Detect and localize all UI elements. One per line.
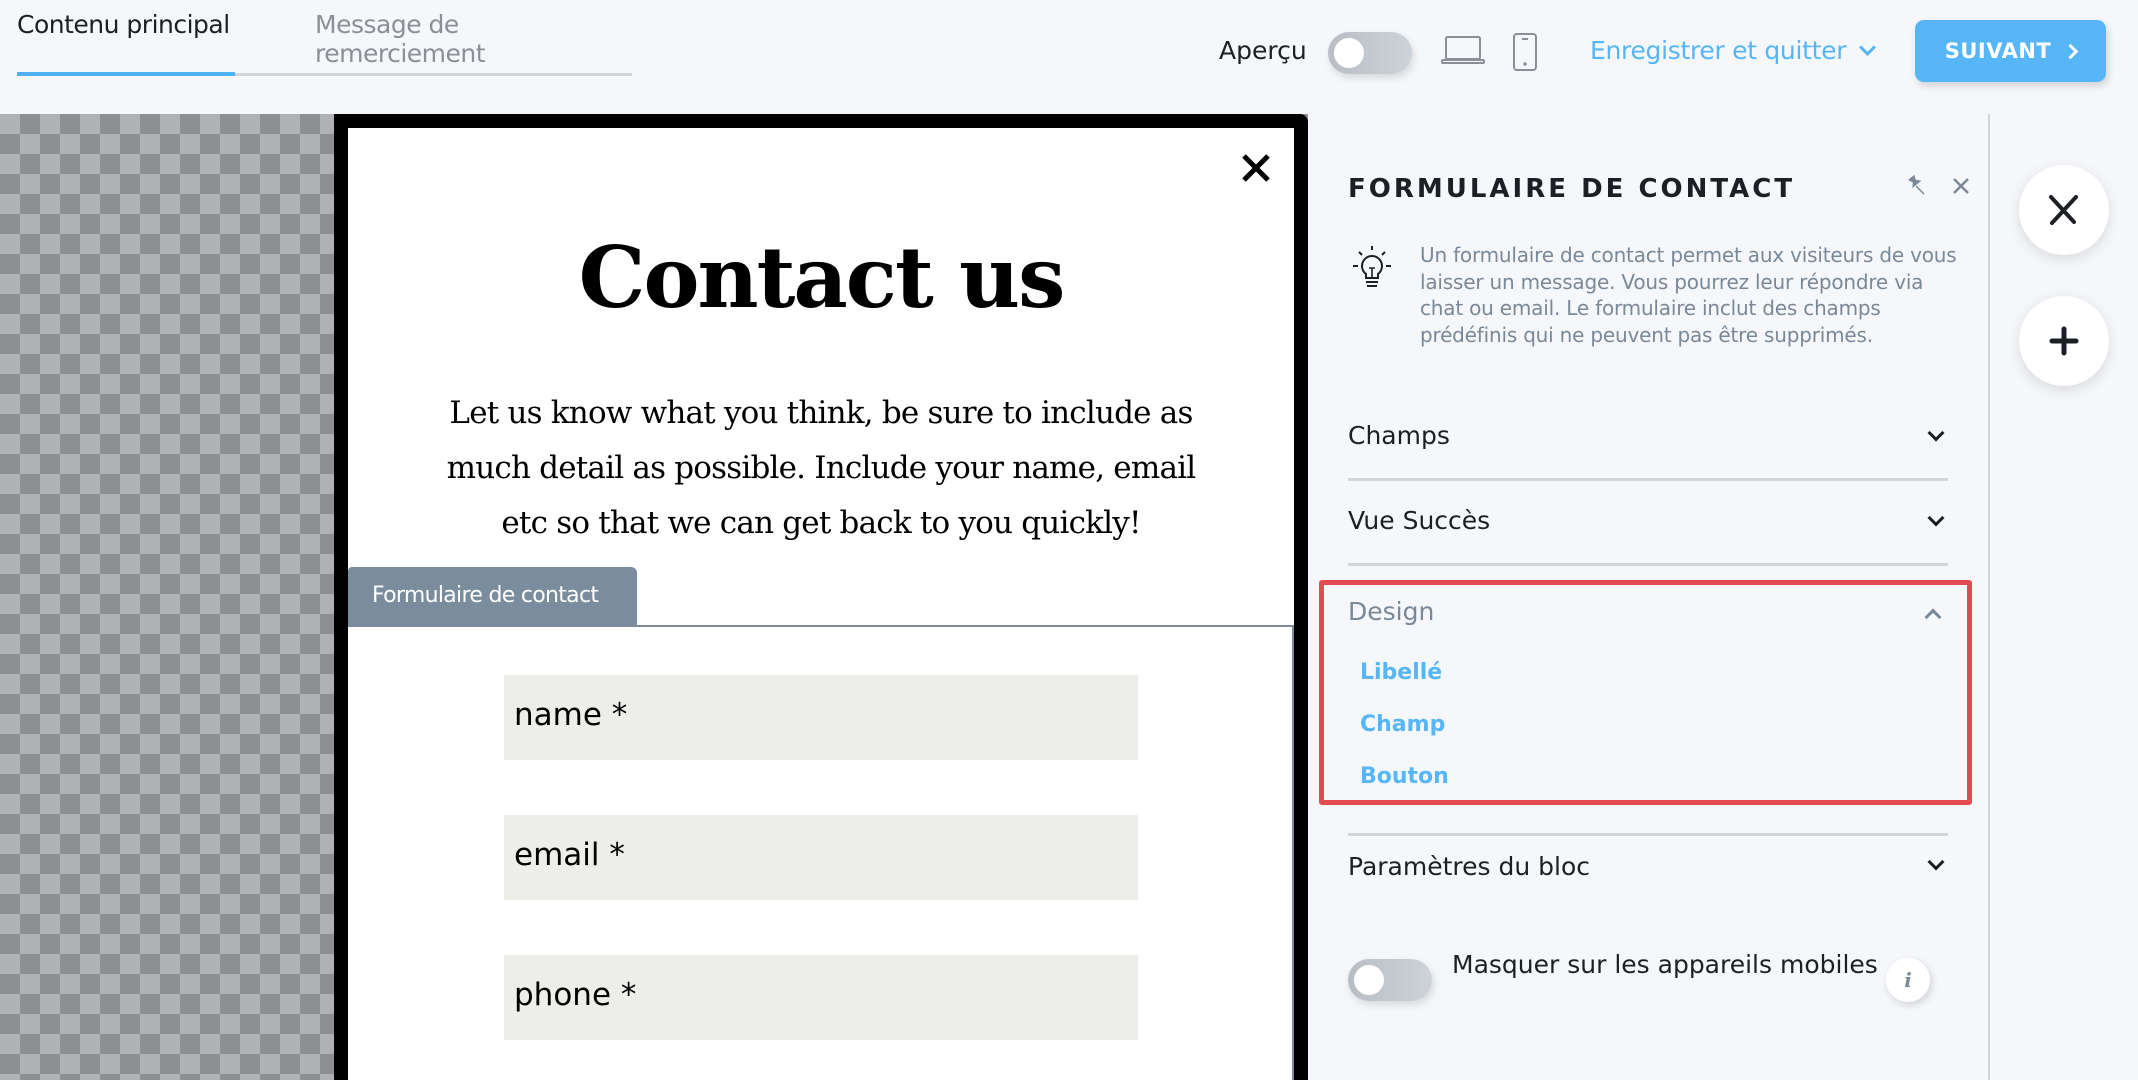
design-tools-button[interactable] xyxy=(2019,165,2109,255)
settings-panel: FORMULAIRE DE CONTACT Un formulaire de c… xyxy=(1308,114,1988,1080)
section-success-view[interactable]: Vue Succès xyxy=(1348,482,1948,566)
next-label: SUIVANT xyxy=(1944,39,2052,63)
tab-main-content[interactable]: Contenu principal xyxy=(17,10,230,39)
save-and-quit-label: Enregistrer et quitter xyxy=(1590,36,1847,65)
panel-divider xyxy=(1988,114,1990,1080)
hide-on-mobile-toggle[interactable] xyxy=(1348,959,1432,1001)
panel-description: Un formulaire de contact permet aux visi… xyxy=(1420,243,1957,347)
active-tab-indicator xyxy=(17,72,235,76)
hide-on-mobile-label: Masquer sur les appareils mobiles xyxy=(1452,950,1878,979)
contact-form-block-tab[interactable]: Formulaire de contact xyxy=(348,567,637,625)
section-label: Champs xyxy=(1348,421,1450,450)
top-bar: Contenu principal Message de remerciemen… xyxy=(0,0,2138,114)
section-block-settings[interactable]: Paramètres du bloc xyxy=(1348,752,1948,881)
chevron-down-icon xyxy=(1859,38,1877,56)
info-button[interactable]: i xyxy=(1886,958,1930,1002)
section-design-header[interactable]: Design xyxy=(1348,597,1434,626)
preview-toggle[interactable] xyxy=(1328,32,1412,74)
chevron-down-icon xyxy=(1927,853,1945,871)
chevron-down-icon xyxy=(1927,509,1945,527)
email-field[interactable]: email * xyxy=(504,815,1138,900)
plus-icon xyxy=(2049,326,2079,356)
next-button[interactable]: SUIVANT xyxy=(1915,20,2106,82)
panel-title: FORMULAIRE DE CONTACT xyxy=(1348,174,1796,204)
phone-icon[interactable] xyxy=(1512,32,1538,72)
section-fields[interactable]: Champs xyxy=(1348,397,1948,481)
lightbulb-icon xyxy=(1353,246,1391,287)
toggle-knob xyxy=(1354,965,1384,995)
laptop-icon[interactable] xyxy=(1441,34,1485,66)
tab-thank-you-message[interactable]: Message de remerciement xyxy=(315,10,632,68)
step-tabs: Contenu principal Message de remerciemen… xyxy=(17,0,632,76)
chevron-right-icon xyxy=(2062,43,2079,59)
popup-preview: Contact us Let us know what you think, b… xyxy=(348,128,1294,1080)
phone-field[interactable]: phone * xyxy=(504,955,1138,1040)
chevron-down-icon xyxy=(1927,424,1945,442)
section-label: Vue Succès xyxy=(1348,506,1491,535)
save-and-quit-button[interactable]: Enregistrer et quitter xyxy=(1590,36,1877,65)
design-link-field[interactable]: Champ xyxy=(1360,712,1445,737)
preview-label: Aperçu xyxy=(1219,36,1307,65)
toggle-knob xyxy=(1334,38,1364,68)
popup-close-icon[interactable] xyxy=(1238,150,1274,186)
pencil-brush-icon xyxy=(2049,195,2078,225)
popup-title[interactable]: Contact us xyxy=(348,228,1294,327)
contact-form-block[interactable]: name * email * phone * xyxy=(348,625,1294,1080)
pin-icon[interactable] xyxy=(1905,174,1927,196)
add-block-button[interactable] xyxy=(2019,296,2109,386)
section-label: Paramètres du bloc xyxy=(1348,852,1591,881)
panel-close-icon[interactable] xyxy=(1951,176,1971,196)
popup-description[interactable]: Let us know what you think, be sure to i… xyxy=(443,386,1199,551)
chevron-up-icon[interactable] xyxy=(1924,608,1942,626)
name-field[interactable]: name * xyxy=(504,675,1138,760)
design-link-label[interactable]: Libellé xyxy=(1360,660,1442,685)
